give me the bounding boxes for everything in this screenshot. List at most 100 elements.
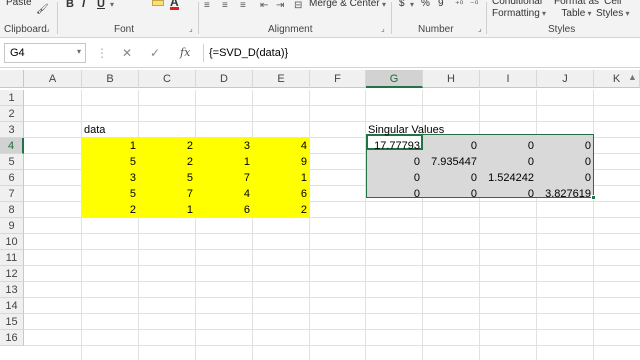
singular-value-cell[interactable]: 1.524242	[480, 170, 537, 186]
singular-value-cell[interactable]: 7.935447	[423, 154, 480, 170]
enter-icon[interactable]: ✓	[150, 46, 160, 60]
singular-value-cell[interactable]: 0	[537, 138, 594, 154]
name-box-dropdown-icon[interactable]: ▾	[77, 47, 81, 56]
italic-button[interactable]: I	[82, 0, 85, 10]
data-cell[interactable]: 2	[82, 202, 139, 218]
data-cell[interactable]: 7	[196, 170, 253, 186]
fill-handle[interactable]	[591, 195, 596, 200]
singular-value-cell[interactable]: 0	[366, 154, 423, 170]
fill-color-icon[interactable]	[152, 0, 164, 6]
row-header-7[interactable]: 7	[0, 186, 24, 202]
merge-center-icon[interactable]: ⊟	[294, 0, 302, 11]
indent-icon[interactable]: ⇤	[260, 0, 268, 11]
cell-styles-button[interactable]: Cell Styles ▾	[596, 0, 629, 20]
outdent-icon[interactable]: ⇥	[276, 0, 284, 11]
clipboard-launcher-icon[interactable]: ⌟	[46, 25, 54, 33]
singular-value-cell[interactable]: 3.827619	[537, 186, 594, 202]
data-label-cell[interactable]: data	[82, 122, 139, 138]
comma-button[interactable]: 9	[438, 0, 444, 9]
paste-button[interactable]: Paste	[6, 0, 32, 8]
column-header-g[interactable]: G	[366, 70, 423, 88]
singular-value-cell[interactable]: 0	[480, 154, 537, 170]
row-header-12[interactable]: 12	[0, 266, 24, 282]
row-header-1[interactable]: 1	[0, 90, 24, 106]
data-cell[interactable]: 7	[139, 186, 196, 202]
data-cell[interactable]: 1	[82, 138, 139, 154]
singular-values-label-cell[interactable]: Singular Values	[366, 122, 486, 138]
percent-button[interactable]: %	[421, 0, 430, 9]
data-cell[interactable]: 2	[253, 202, 310, 218]
formula-input[interactable]: {=SVD_D(data)}	[209, 47, 288, 59]
singular-value-cell[interactable]: 0	[366, 186, 423, 202]
row-header-14[interactable]: 14	[0, 298, 24, 314]
row-header-3[interactable]: 3	[0, 122, 24, 138]
row-header-9[interactable]: 9	[0, 218, 24, 234]
cancel-icon[interactable]: ✕	[122, 46, 132, 60]
row-header-15[interactable]: 15	[0, 314, 24, 330]
singular-value-cell[interactable]: 0	[537, 170, 594, 186]
data-cell[interactable]: 3	[82, 170, 139, 186]
column-header-j[interactable]: J	[537, 70, 594, 88]
row-header-8[interactable]: 8	[0, 202, 24, 218]
singular-value-cell[interactable]: 0	[480, 186, 537, 202]
data-cell[interactable]: 5	[82, 186, 139, 202]
increase-decimal-icon[interactable]: ⁺⁰	[455, 0, 463, 10]
currency-dropdown-icon[interactable]: ▾	[410, 0, 414, 9]
row-header-11[interactable]: 11	[0, 250, 24, 266]
insert-function-icon[interactable]: fx	[180, 46, 190, 59]
column-header-e[interactable]: E	[253, 70, 310, 88]
row-header-5[interactable]: 5	[0, 154, 24, 170]
format-painter-icon[interactable]: 🖌	[36, 4, 49, 15]
data-cell[interactable]: 4	[196, 186, 253, 202]
column-header-b[interactable]: B	[82, 70, 139, 88]
row-header-10[interactable]: 10	[0, 234, 24, 250]
data-cell[interactable]: 5	[139, 170, 196, 186]
column-header-a[interactable]: A	[24, 70, 82, 88]
singular-value-cell[interactable]: 0	[480, 138, 537, 154]
data-cell[interactable]: 2	[139, 154, 196, 170]
column-header-d[interactable]: D	[196, 70, 253, 88]
singular-value-cell[interactable]: 0	[366, 170, 423, 186]
data-cell[interactable]: 3	[196, 138, 253, 154]
name-box[interactable]: G4 ▾	[4, 43, 86, 63]
data-cell[interactable]: 1	[139, 202, 196, 218]
underline-dropdown-icon[interactable]: ▾	[110, 0, 114, 9]
conditional-formatting-button[interactable]: Conditional Formatting ▾	[492, 0, 546, 20]
singular-value-cell[interactable]: 0	[423, 170, 480, 186]
column-header-i[interactable]: I	[480, 70, 537, 88]
align-center-icon[interactable]: ≡	[222, 0, 228, 11]
singular-value-cell[interactable]: 0	[423, 186, 480, 202]
data-cell[interactable]: 6	[196, 202, 253, 218]
data-cell[interactable]: 6	[253, 186, 310, 202]
align-left-icon[interactable]: ≡	[204, 0, 210, 11]
font-color-icon[interactable]: A	[170, 0, 179, 10]
format-as-table-button[interactable]: Format as Table ▾	[554, 0, 599, 20]
singular-value-cell[interactable]: 17.77793	[366, 138, 423, 154]
align-right-icon[interactable]: ≡	[240, 0, 246, 11]
column-header-c[interactable]: C	[139, 70, 196, 88]
row-header-13[interactable]: 13	[0, 282, 24, 298]
row-header-16[interactable]: 16	[0, 330, 24, 346]
select-all-corner[interactable]	[0, 70, 24, 88]
data-cell[interactable]: 2	[139, 138, 196, 154]
bold-button[interactable]: B	[66, 0, 74, 10]
alignment-launcher-icon[interactable]: ⌟	[381, 25, 389, 33]
number-launcher-icon[interactable]: ⌟	[478, 25, 486, 33]
font-launcher-icon[interactable]: ⌟	[189, 25, 197, 33]
underline-button[interactable]: U	[97, 0, 105, 10]
data-cell[interactable]: 9	[253, 154, 310, 170]
singular-value-cell[interactable]: 0	[537, 154, 594, 170]
merge-dropdown-icon[interactable]: ▾	[382, 0, 386, 9]
data-cell[interactable]: 1	[253, 170, 310, 186]
data-cell[interactable]: 4	[253, 138, 310, 154]
singular-value-cell[interactable]: 0	[423, 138, 480, 154]
row-header-2[interactable]: 2	[0, 106, 24, 122]
decrease-decimal-icon[interactable]: ⁻⁰	[470, 0, 478, 10]
row-header-6[interactable]: 6	[0, 170, 24, 186]
data-cell[interactable]: 1	[196, 154, 253, 170]
column-header-f[interactable]: F	[310, 70, 366, 88]
more-options-icon[interactable]: ⋮	[96, 46, 108, 60]
scroll-up-icon[interactable]: ▲	[628, 72, 637, 82]
row-header-4[interactable]: 4	[0, 138, 24, 154]
data-cell[interactable]: 5	[82, 154, 139, 170]
